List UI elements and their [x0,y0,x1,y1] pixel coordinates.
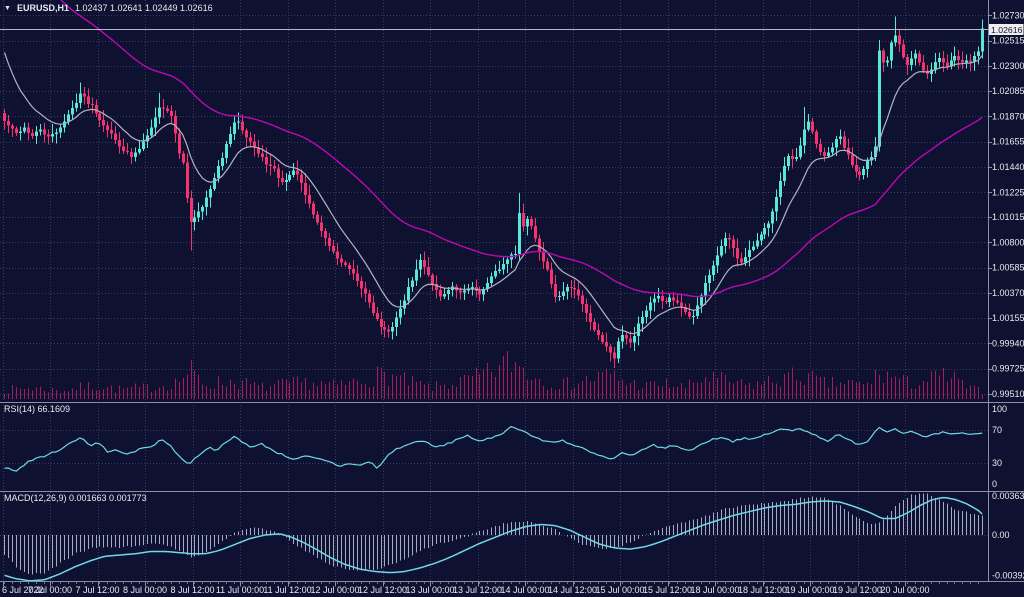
trading-chart-window: { "header": { "symbol_tf": "EURUSD,H1", … [0,0,1024,597]
rsi-indicator-label: RSI(14) 66.1609 [4,404,70,415]
symbol-dropdown-icon[interactable]: ▼ [4,3,11,14]
ohlc-readout: 1.02437 1.02641 1.02449 1.02616 [75,3,213,14]
macd-indicator-label: MACD(12,26,9) 0.001663 0.001773 [4,493,147,504]
symbol-timeframe-label[interactable]: EURUSD,H1 [17,3,69,14]
chart-title-bar: ▼ EURUSD,H1 1.02437 1.02641 1.02449 1.02… [4,3,213,14]
price-axis[interactable] [989,0,1024,581]
chart-canvas[interactable]: 1.027301.025151.023001.020851.018701.016… [0,0,1024,597]
time-axis[interactable] [0,582,1024,597]
